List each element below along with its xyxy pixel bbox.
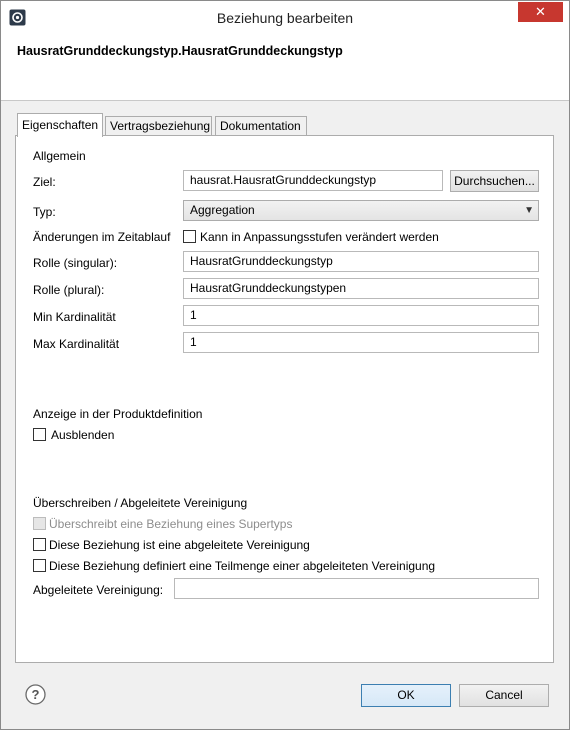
tab-dokumentation[interactable]: Dokumentation — [215, 116, 307, 136]
chevron-down-icon: ▼ — [524, 205, 534, 216]
tab-eigenschaften[interactable]: Eigenschaften — [17, 113, 103, 137]
properties-panel: Allgemein Ziel: hausrat.HausratGrunddeck… — [15, 135, 554, 663]
type-select[interactable]: Aggregation ▼ — [183, 200, 539, 221]
browse-button[interactable]: Durchsuchen... — [450, 170, 539, 192]
overrides-supertype-checkbox[interactable] — [33, 517, 46, 530]
help-icon[interactable]: ? — [25, 684, 46, 705]
derived-union-field-label: Abgeleitete Vereinigung: — [33, 583, 164, 597]
section-override-label: Überschreiben / Abgeleitete Vereinigung — [33, 496, 248, 510]
role-plural-label: Rolle (plural): — [33, 283, 105, 297]
min-cardinality-label: Min Kardinalität — [33, 310, 116, 324]
role-singular-input[interactable]: HausratGrunddeckungstyp — [183, 251, 539, 272]
dialog-header: HausratGrunddeckungstyp.HausratGrunddeck… — [1, 35, 569, 101]
close-button[interactable]: ✕ — [518, 2, 563, 22]
tab-vertragsbeziehung[interactable]: Vertragsbeziehung — [105, 116, 212, 136]
subset-checkbox[interactable] — [33, 559, 46, 572]
hide-checkbox[interactable] — [33, 428, 46, 441]
help-icon-glyph: ? — [32, 687, 40, 702]
subset-checkbox-label: Diese Beziehung definiert eine Teilmenge… — [49, 559, 436, 573]
derived-union-checkbox[interactable] — [33, 538, 46, 551]
dialog-window: Beziehung bearbeiten ✕ HausratGrunddecku… — [0, 0, 570, 730]
changes-checkbox[interactable] — [183, 230, 196, 243]
dialog-body: Eigenschaften Vertragsbeziehung Dokument… — [1, 101, 569, 729]
type-select-value: Aggregation — [190, 203, 255, 217]
overrides-supertype-label: Überschreibt eine Beziehung eines Supert… — [49, 517, 293, 531]
window-title: Beziehung bearbeiten — [216, 10, 354, 26]
max-cardinality-input[interactable]: 1 — [183, 332, 539, 353]
role-singular-label: Rolle (singular): — [33, 256, 118, 270]
changes-checkbox-label: Kann in Anpassungsstufen verändert werde… — [200, 230, 439, 244]
section-product-display-label: Anzeige in der Produktdefinition — [33, 407, 203, 421]
cancel-button[interactable]: Cancel — [459, 684, 549, 707]
max-cardinality-label: Max Kardinalität — [33, 337, 120, 351]
target-label: Ziel: — [33, 175, 56, 189]
min-cardinality-input[interactable]: 1 — [183, 305, 539, 326]
hide-checkbox-label: Ausblenden — [51, 428, 115, 442]
ok-button[interactable]: OK — [361, 684, 451, 707]
changes-label: Änderungen im Zeitablauf — [33, 230, 171, 244]
header-title: HausratGrunddeckungstyp.HausratGrunddeck… — [17, 44, 343, 58]
derived-union-checkbox-label: Diese Beziehung ist eine abgeleitete Ver… — [49, 538, 310, 552]
section-general-label: Allgemein — [33, 149, 86, 163]
derived-union-input[interactable] — [174, 578, 539, 599]
title-bar: Beziehung bearbeiten ✕ — [1, 1, 569, 35]
target-input[interactable]: hausrat.HausratGrunddeckungstyp — [183, 170, 443, 191]
type-label: Typ: — [33, 205, 56, 219]
role-plural-input[interactable]: HausratGrunddeckungstypen — [183, 278, 539, 299]
